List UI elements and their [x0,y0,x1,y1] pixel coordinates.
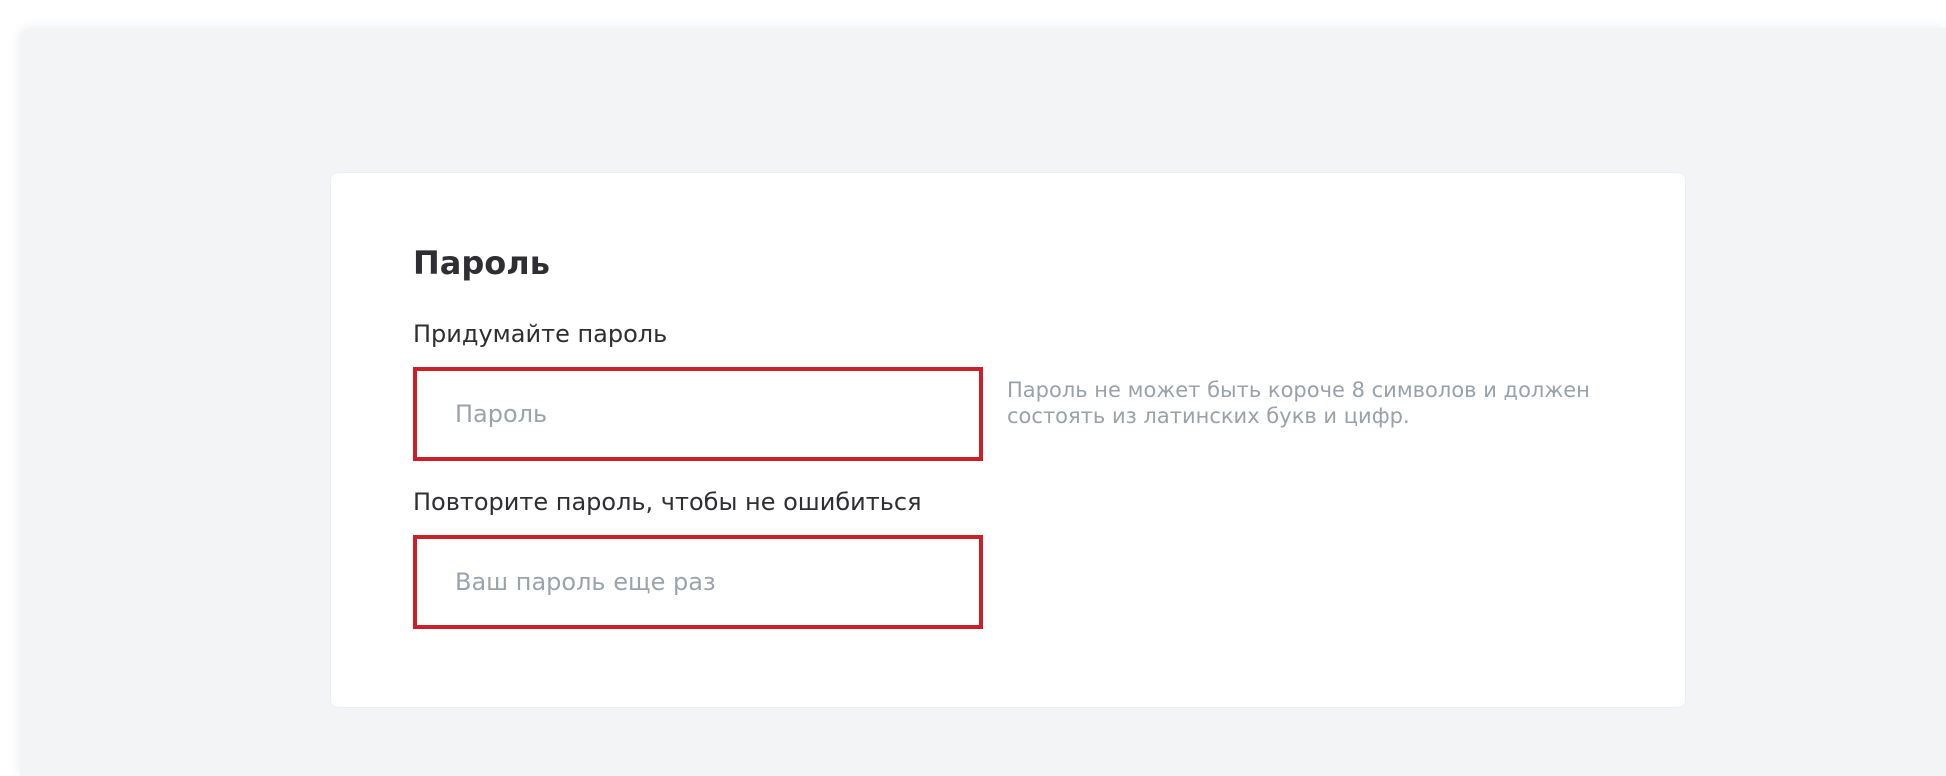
password-input[interactable] [413,367,983,461]
section-title: Пароль [413,244,550,282]
password-label: Придумайте пароль [413,320,668,348]
confirm-password-input[interactable] [413,535,983,629]
password-card: Пароль Придумайте пароль Пароль не может… [330,172,1686,708]
confirm-password-label: Повторите пароль, чтобы не ошибиться [413,488,922,516]
page-background: Пароль Придумайте пароль Пароль не может… [20,28,1946,776]
password-hint: Пароль не может быть короче 8 символов и… [1007,378,1590,428]
